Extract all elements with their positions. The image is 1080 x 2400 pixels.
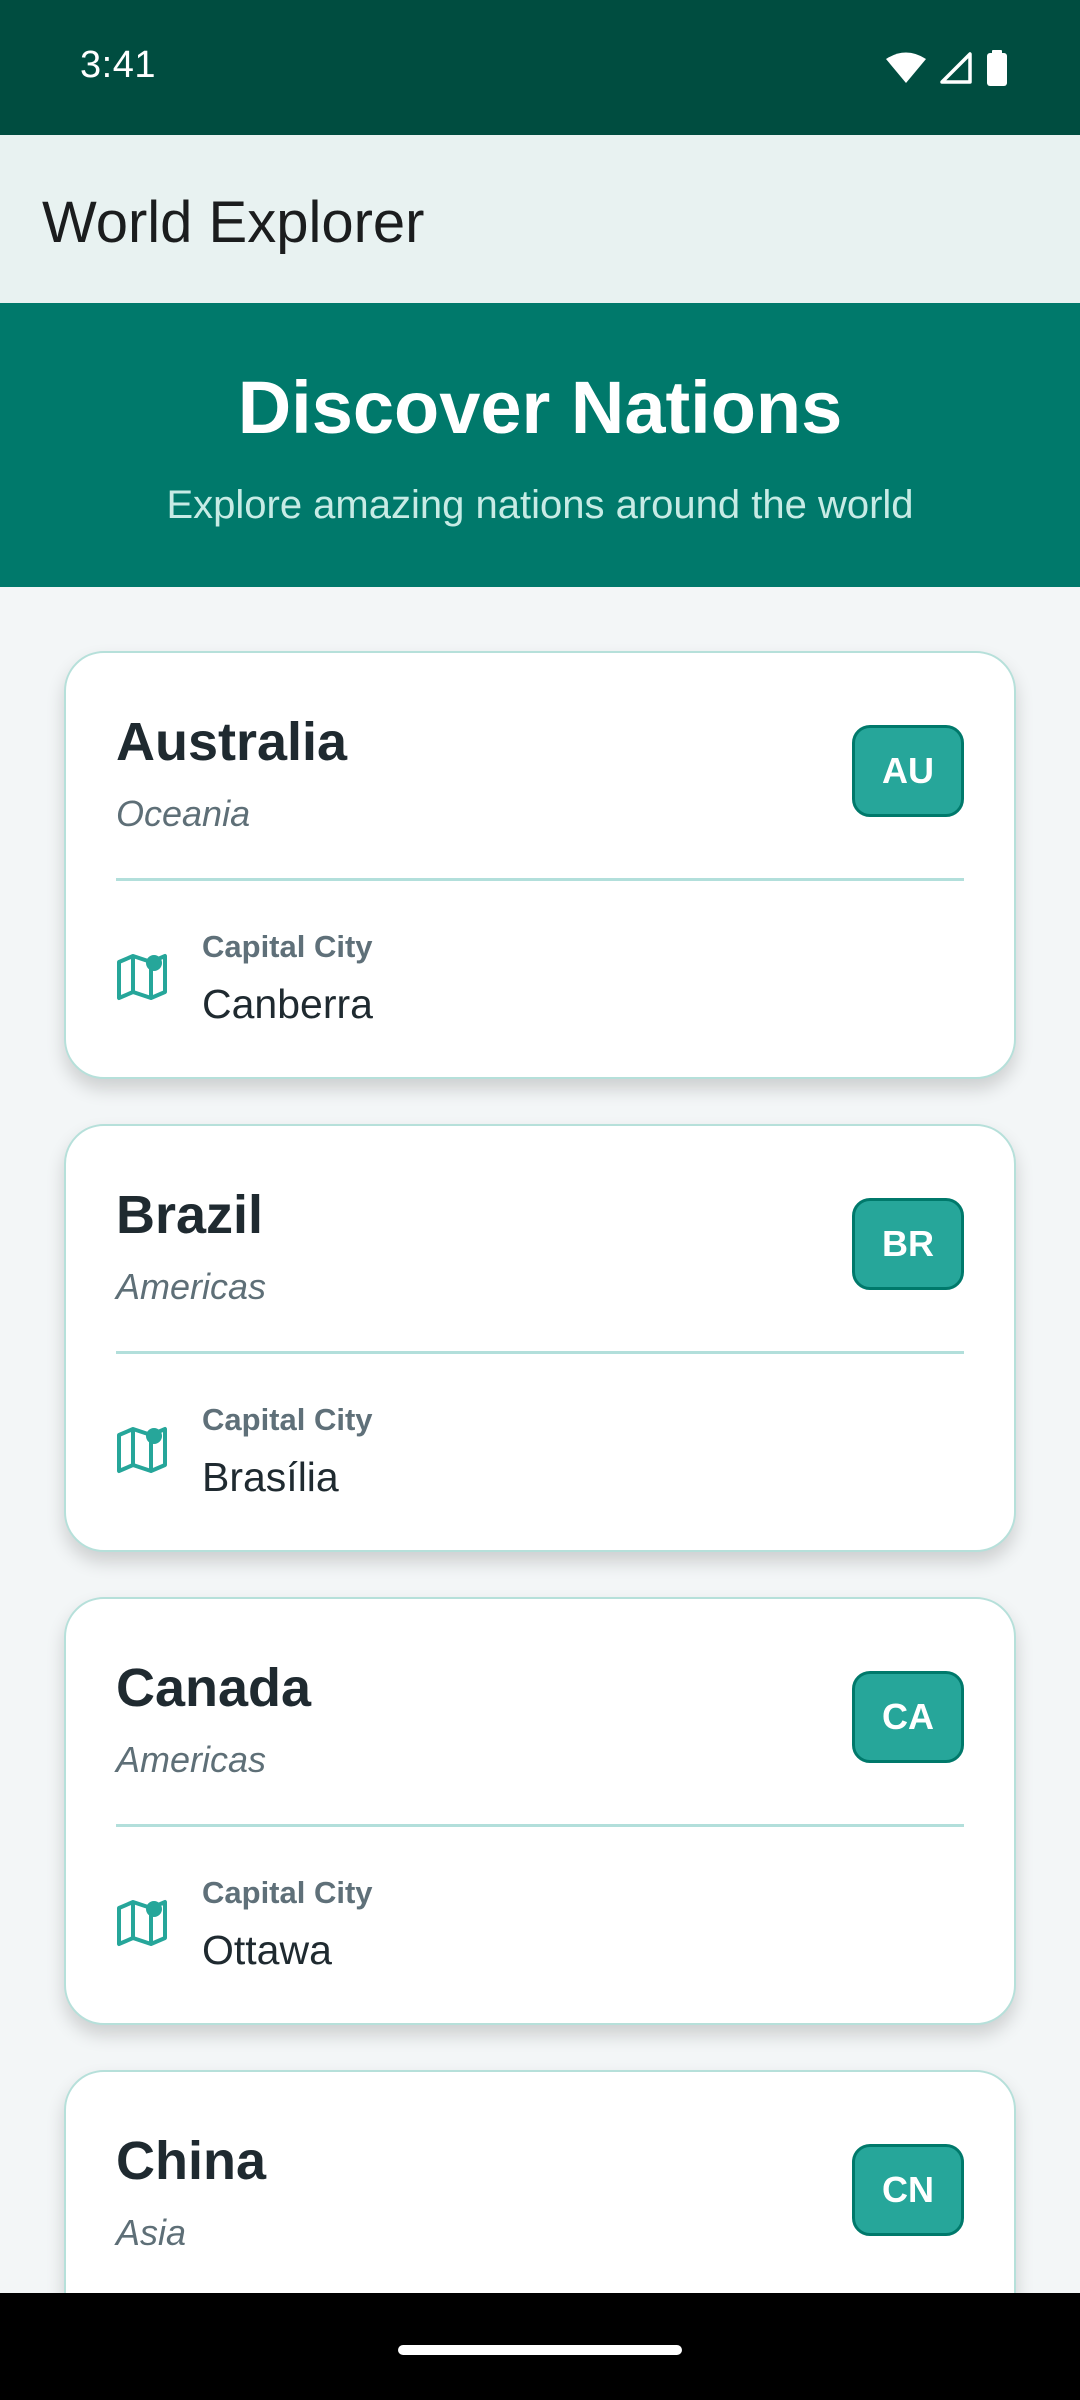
country-code-badge: CN [852,2144,964,2236]
signal-icon [940,52,972,84]
capital-city: Ottawa [202,1927,332,1973]
country-list[interactable]: Australia Oceania AU Capital City Canber… [0,587,1080,2293]
status-bar: 3:41 [0,0,1080,135]
country-code-badge: BR [852,1198,964,1290]
country-name: Canada [116,1658,312,1718]
home-indicator[interactable] [398,2345,682,2355]
card-divider [116,878,964,881]
app-bar: World Explorer [0,135,1080,303]
country-card[interactable]: China Asia CN [64,2070,1016,2293]
map-icon [117,1900,167,1946]
country-region: Americas [116,1739,267,1780]
capital-label: Capital City [202,1875,373,1910]
country-region: Oceania [116,793,251,834]
status-time: 3:41 [80,44,156,86]
map-icon [117,1427,167,1473]
battery-icon [987,50,1007,86]
card-divider [116,1351,964,1354]
capital-city: Brasília [202,1454,339,1500]
map-icon [117,954,167,1000]
card-divider [116,1824,964,1827]
capital-label: Capital City [202,929,373,964]
country-name: Australia [116,712,348,772]
country-region: Asia [116,2212,187,2253]
country-code-badge: CA [852,1671,964,1763]
country-card[interactable]: Canada Americas CA Capital City Ottawa [64,1597,1016,2025]
hero-title: Discover Nations [237,366,843,449]
wifi-icon [886,52,926,83]
country-card[interactable]: Australia Oceania AU Capital City Canber… [64,651,1016,1079]
country-card[interactable]: Brazil Americas BR Capital City Brasília [64,1124,1016,1552]
capital-label: Capital City [202,1402,373,1437]
country-code-badge: AU [852,725,964,817]
app-title: World Explorer [42,190,425,255]
navigation-bar [0,2293,1080,2400]
country-region: Americas [116,1266,267,1307]
status-icons [886,50,1008,86]
country-name: Brazil [116,1185,264,1245]
hero-subtitle: Explore amazing nations around the world [166,483,914,527]
country-name: China [116,2131,267,2191]
hero-banner: Discover Nations Explore amazing nations… [0,303,1080,587]
capital-city: Canberra [202,981,373,1027]
